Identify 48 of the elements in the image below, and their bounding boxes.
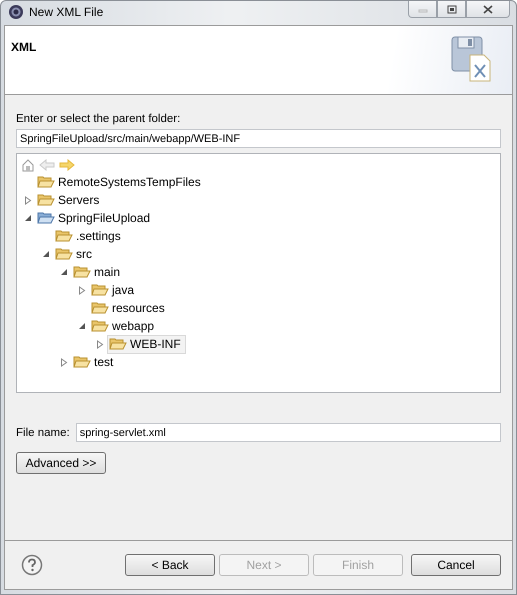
folder-icon (37, 175, 55, 189)
folder-icon (55, 229, 73, 243)
forward-arrow-icon[interactable] (59, 159, 75, 171)
tree-item[interactable]: .settings (53, 226, 126, 246)
collapsed-arrow-icon[interactable] (23, 195, 33, 205)
folder-icon (91, 301, 109, 315)
tree-item[interactable]: RemoteSystemsTempFiles (35, 172, 206, 192)
tree-item[interactable]: WEB-INF (107, 334, 186, 354)
wizard-button[interactable]: < Back (125, 554, 215, 576)
expanded-arrow-icon[interactable] (41, 249, 51, 259)
help-icon[interactable] (21, 554, 43, 576)
expanded-arrow-icon[interactable] (23, 213, 33, 223)
tree-item[interactable]: SpringFileUpload (35, 208, 156, 228)
tree-item[interactable]: test (71, 352, 118, 372)
maximize-button[interactable] (437, 1, 466, 18)
collapsed-arrow-icon[interactable] (77, 285, 87, 295)
app-icon (8, 4, 24, 20)
home-icon[interactable] (21, 158, 35, 172)
folder-icon (91, 283, 109, 297)
folder-icon (55, 247, 73, 261)
close-button[interactable] (466, 1, 510, 18)
field-label: File name: (16, 426, 70, 438)
folder-icon (37, 193, 55, 207)
window-title: New XML File (29, 5, 104, 19)
expanded-arrow-icon[interactable] (59, 267, 69, 277)
tree-item[interactable]: main (71, 262, 126, 282)
collapsed-arrow-icon[interactable] (95, 339, 105, 349)
folder-icon (91, 319, 109, 333)
expanded-arrow-icon[interactable] (77, 321, 87, 331)
floppy-file-icon (450, 35, 492, 83)
tree-item[interactable]: java (89, 280, 140, 300)
folder-icon (73, 355, 91, 369)
header-title: XML (11, 40, 36, 54)
folder-path-field[interactable]: SpringFileUpload/src/main/webapp/WEB-INF (16, 129, 501, 148)
field-label: Enter or select the parent folder: (16, 113, 180, 125)
file-name-field[interactable]: spring-servlet.xml (76, 423, 501, 442)
tree-item[interactable]: webapp (89, 316, 160, 336)
tree-item[interactable]: Servers (35, 190, 104, 210)
tree-item[interactable]: resources (89, 298, 170, 318)
folder-icon (73, 265, 91, 279)
advanced-button[interactable]: Advanced >> (16, 452, 106, 474)
project-folder-icon (37, 211, 55, 225)
tree-item[interactable]: src (53, 244, 97, 264)
collapsed-arrow-icon[interactable] (59, 357, 69, 367)
folder-icon (109, 337, 127, 351)
close-icon (483, 4, 493, 14)
wizard-button[interactable]: Cancel (411, 554, 501, 576)
maximize-icon (446, 4, 456, 14)
